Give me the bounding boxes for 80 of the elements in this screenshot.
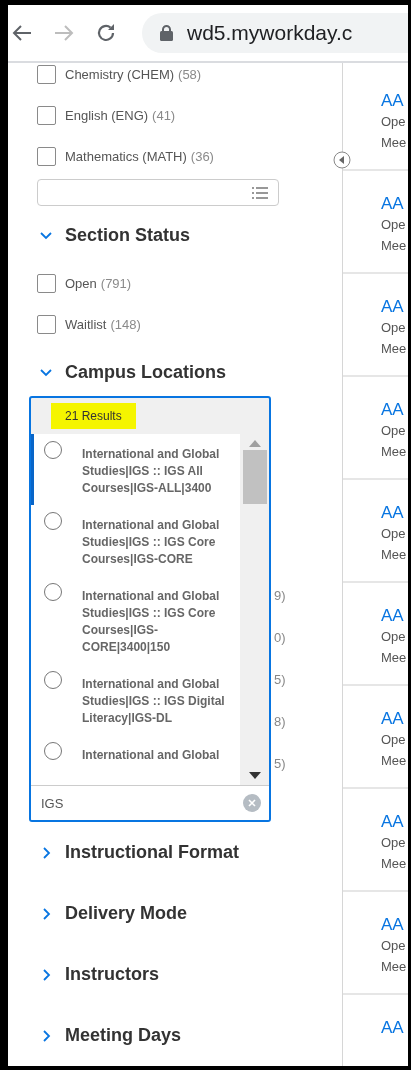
option-label[interactable]: International and Global Studies|IGS :: IGS All Courses|IGS-ALL|3400 xyxy=(82,440,234,497)
checkbox[interactable] xyxy=(37,65,56,84)
option-label[interactable]: International and Global xyxy=(82,741,220,764)
course-meeting: Mee xyxy=(381,958,408,976)
results-count: 21 Results xyxy=(51,403,136,429)
result-card[interactable]: AA Ope Mee xyxy=(343,686,408,789)
result-card[interactable]: AA Ope Mee xyxy=(343,789,408,892)
section-title[interactable]: Meeting Days xyxy=(65,1025,182,1046)
chevron-icon[interactable] xyxy=(40,229,52,241)
course-meeting: Mee xyxy=(381,546,408,564)
course-meeting: Mee xyxy=(381,237,408,255)
course-link[interactable]: AA xyxy=(381,400,408,419)
filter-count: 5) xyxy=(274,755,286,773)
course-status: Ope xyxy=(381,937,407,955)
course-link[interactable]: AA xyxy=(381,503,408,522)
scroll-thumb[interactable] xyxy=(242,450,267,504)
option-label[interactable]: International and Global Studies|IGS :: IGS Core Courses|IGS-CORE xyxy=(82,511,234,568)
result-card[interactable]: AA Ope Mee xyxy=(343,892,408,995)
course-meeting: Mee xyxy=(381,134,408,152)
course-status: Ope xyxy=(381,216,407,234)
filter-count: 0) xyxy=(274,629,286,647)
scroll-up-icon[interactable] xyxy=(247,438,262,448)
checkbox[interactable] xyxy=(37,106,56,125)
course-link[interactable]: AA xyxy=(381,606,408,625)
section-title[interactable]: Instructors xyxy=(65,964,160,985)
filter-count: 8) xyxy=(274,713,286,731)
scroll-down-icon[interactable] xyxy=(247,771,262,781)
checkbox[interactable] xyxy=(37,274,56,293)
filter-label: Mathematics (MATH) (36) xyxy=(65,149,214,164)
course-meeting: Mee xyxy=(381,649,408,667)
course-meeting: Mee xyxy=(381,855,408,873)
course-status: Ope xyxy=(381,834,407,852)
course-link[interactable]: AA xyxy=(381,812,408,831)
section-title[interactable]: Campus Locations xyxy=(65,361,227,383)
section-title[interactable]: Delivery Mode xyxy=(65,903,188,924)
course-link[interactable]: AA xyxy=(381,1018,408,1037)
course-status: Ope xyxy=(381,319,407,337)
collapse-toggle-icon[interactable] xyxy=(333,151,351,169)
chevron-icon[interactable] xyxy=(40,968,52,981)
list-icon[interactable] xyxy=(252,186,268,199)
course-link[interactable]: AA xyxy=(381,194,408,213)
search-input[interactable]: IGS xyxy=(31,785,269,820)
course-meeting: Mee xyxy=(381,443,408,461)
result-card[interactable]: AA Ope Mee xyxy=(343,274,408,377)
checkbox[interactable] xyxy=(37,315,56,334)
option-label[interactable]: International and Global Studies|IGS :: IGS Digital Literacy|IGS-DL xyxy=(82,670,234,727)
course-meeting: Mee xyxy=(381,752,408,770)
result-card[interactable]: AA Ope Mee xyxy=(343,583,408,686)
course-meeting: Mee xyxy=(381,340,408,358)
course-status: Ope xyxy=(381,731,407,749)
chevron-icon[interactable] xyxy=(40,1029,52,1042)
chevron-icon[interactable] xyxy=(40,846,52,859)
checkbox[interactable] xyxy=(37,147,56,166)
filter-label: Open (791) xyxy=(65,276,132,291)
course-status: Ope xyxy=(381,628,407,646)
course-link[interactable]: AA xyxy=(381,297,408,316)
filter-label: English (ENG) (41) xyxy=(65,108,176,123)
filter-label: Chemistry (CHEM) (58) xyxy=(65,67,202,82)
result-card[interactable]: AA Ope Mee xyxy=(343,377,408,480)
result-card[interactable]: AA xyxy=(343,995,408,1066)
course-status: Ope xyxy=(381,422,407,440)
option-label[interactable]: International and Global Studies|IGS :: IGS Core Courses|IGS-CORE|3400|150 xyxy=(82,582,234,656)
filter-label: Waitlist (148) xyxy=(65,317,141,332)
section-title[interactable]: Instructional Format xyxy=(65,842,239,863)
section-title[interactable]: Section Status xyxy=(65,224,191,246)
lock-icon xyxy=(160,25,173,41)
clear-icon[interactable] xyxy=(243,794,261,812)
course-status: Ope xyxy=(381,113,407,131)
address-bar[interactable]: wd5.myworkday.c xyxy=(142,13,408,53)
chevron-icon[interactable] xyxy=(40,366,52,378)
course-link[interactable]: AA xyxy=(381,915,408,934)
result-card[interactable]: AA Ope Mee xyxy=(343,171,408,274)
filter-count: 9) xyxy=(274,587,286,605)
chevron-icon[interactable] xyxy=(40,907,52,920)
course-status: Ope xyxy=(381,525,407,543)
filter-count: 5) xyxy=(274,671,286,689)
course-link[interactable]: AA xyxy=(381,709,408,728)
result-card[interactable]: AA Ope Mee xyxy=(343,480,408,583)
search-field[interactable] xyxy=(37,179,279,206)
course-link[interactable]: AA xyxy=(381,91,408,110)
